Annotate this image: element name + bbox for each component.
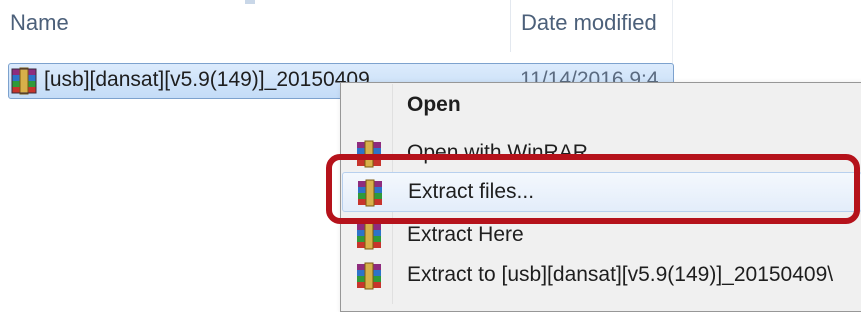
menu-item-extract-to-folder[interactable]: Extract to [usb][dansat][v5.9(149)]_2015…: [342, 256, 861, 296]
column-divider[interactable]: [510, 0, 511, 52]
column-header-date-modified[interactable]: Date modified: [521, 10, 657, 36]
winrar-icon: [357, 222, 381, 250]
details-header: Name Date modified: [0, 0, 672, 52]
menu-item-label: Extract Here: [407, 223, 524, 246]
sort-indicator: [245, 0, 255, 4]
winrar-archive-icon: [11, 67, 37, 95]
winrar-icon: [357, 262, 381, 290]
menu-item-label: Extract to [usb][dansat][v5.9(149)]_2015…: [407, 263, 834, 286]
menu-item-label: Open: [407, 93, 461, 116]
column-header-name[interactable]: Name: [10, 10, 69, 36]
menu-item-open[interactable]: Open: [342, 86, 861, 126]
file-name[interactable]: [usb][dansat][v5.9(149)]_20150409: [44, 68, 370, 92]
annotation-highlight-box: [326, 154, 860, 224]
